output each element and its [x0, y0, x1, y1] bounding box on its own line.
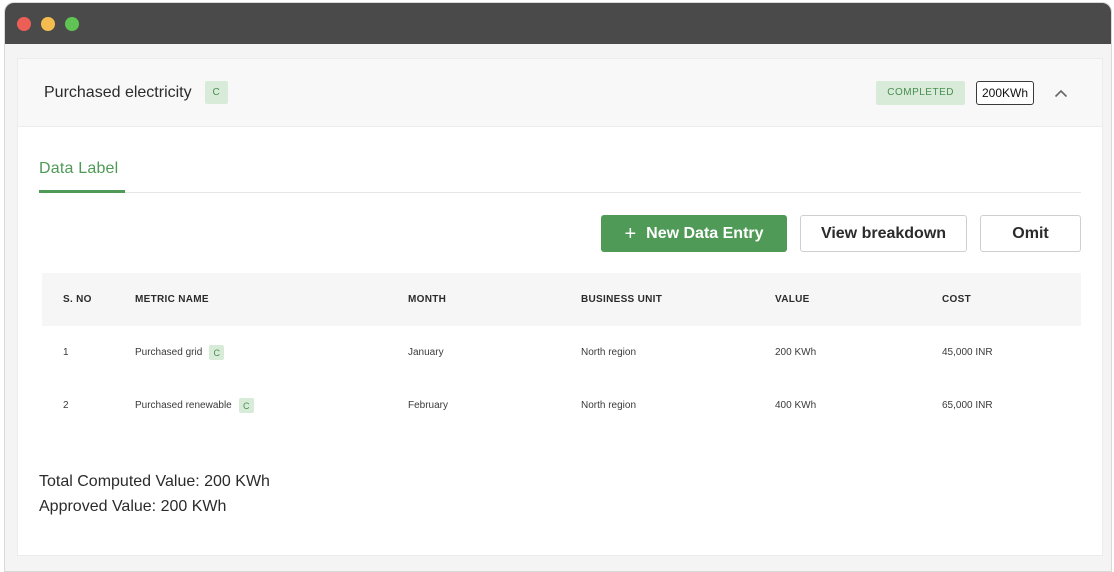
new-data-entry-label: New Data Entry — [646, 224, 764, 242]
tab-bar: Data Label — [39, 151, 1081, 193]
metric-name: Purchased renewable — [135, 400, 232, 411]
category-badge: C — [238, 398, 254, 413]
approved-value: Approved Value: 200 KWh — [39, 498, 227, 515]
view-breakdown-button[interactable]: View breakdown — [800, 215, 967, 252]
card-header[interactable]: Purchased electricity C COMPLETED 200KWh — [18, 59, 1102, 127]
col-month: MONTH — [408, 294, 447, 305]
header-right: COMPLETED 200KWh — [876, 59, 1070, 127]
col-metric-name: METRIC NAME — [135, 294, 209, 305]
col-business-unit: BUSINESS UNIT — [581, 294, 663, 305]
window-titlebar — [5, 3, 1111, 44]
tab-data-label[interactable]: Data Label — [39, 151, 125, 193]
cell-value: 200 KWh — [775, 347, 817, 358]
close-window-button[interactable] — [17, 16, 31, 31]
app-window: Purchased electricity C COMPLETED 200KWh… — [4, 2, 1112, 572]
cell-business-unit: North region — [581, 400, 637, 411]
cell-metric: Purchased renewable C — [135, 379, 254, 432]
col-value: VALUE — [775, 294, 810, 305]
col-cost: COST — [942, 294, 971, 305]
table-header: S. NO METRIC NAME MONTH BUSINESS UNIT VA… — [42, 273, 1081, 326]
minimize-window-button[interactable] — [41, 16, 55, 31]
cell-sno: 1 — [63, 347, 69, 358]
cell-cost: 45,000 INR — [942, 347, 993, 358]
metric-name: Purchased grid — [135, 347, 203, 358]
emission-card: Purchased electricity C COMPLETED 200KWh… — [17, 58, 1103, 556]
table-row[interactable]: 2 Purchased renewable C February North r… — [42, 379, 1081, 432]
cell-sno: 2 — [63, 400, 69, 411]
cell-month: February — [408, 400, 449, 411]
maximize-window-button[interactable] — [65, 16, 79, 31]
cell-metric: Purchased grid C — [135, 326, 225, 379]
category-badge: C — [204, 81, 228, 104]
summary: Total Computed Value: 200 KWh Approved V… — [39, 469, 270, 519]
cell-month: January — [408, 347, 444, 358]
cell-value: 400 KWh — [775, 400, 817, 411]
total-value-chip: 200KWh — [975, 81, 1034, 105]
omit-button[interactable]: Omit — [980, 215, 1081, 252]
total-computed-value: Total Computed Value: 200 KWh — [39, 473, 270, 490]
data-table: S. NO METRIC NAME MONTH BUSINESS UNIT VA… — [42, 273, 1081, 432]
cell-business-unit: North region — [581, 347, 637, 358]
col-sno: S. NO — [63, 294, 92, 305]
cell-cost: 65,000 INR — [942, 400, 993, 411]
category-badge: C — [209, 345, 225, 360]
new-data-entry-button[interactable]: + New Data Entry — [601, 215, 787, 252]
table-row[interactable]: 1 Purchased grid C January North region … — [42, 326, 1081, 379]
status-badge: COMPLETED — [876, 81, 965, 105]
plus-icon: + — [624, 222, 637, 245]
card-title: Purchased electricity — [44, 83, 192, 101]
chevron-up-icon[interactable] — [1052, 84, 1070, 102]
